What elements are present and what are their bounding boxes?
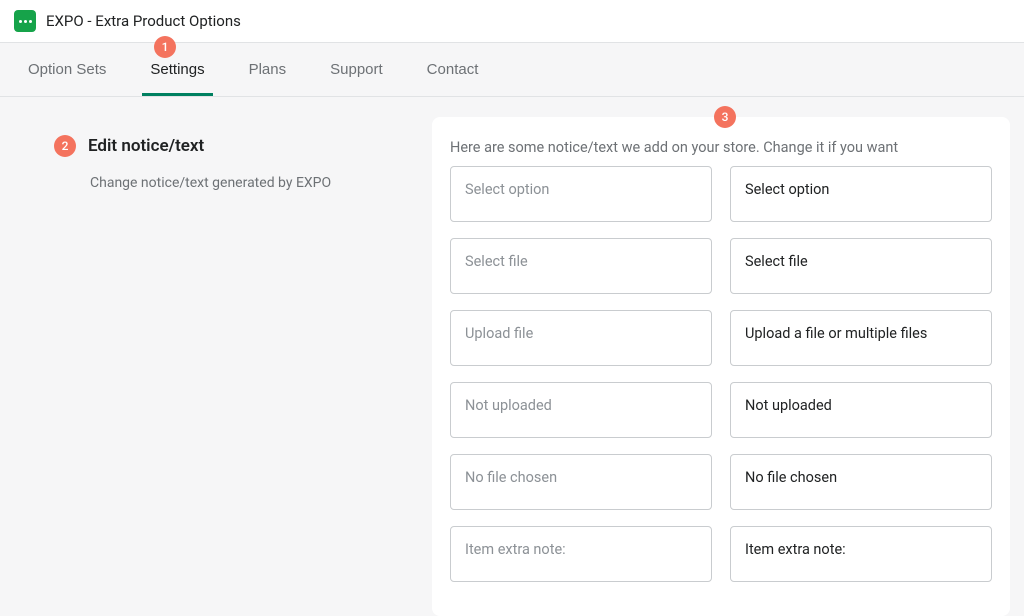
- notice-value-cell[interactable]: Not uploaded: [730, 382, 992, 438]
- annotation-badge-3: 3: [714, 106, 736, 128]
- notice-value-cell[interactable]: Select file: [730, 238, 992, 294]
- notice-row: Item extra note: Item extra note:: [450, 526, 992, 582]
- notice-placeholder-cell[interactable]: No file chosen: [450, 454, 712, 510]
- notice-row: Select file Select file: [450, 238, 992, 294]
- notice-placeholder-cell[interactable]: Upload file: [450, 310, 712, 366]
- section-title: Edit notice/text: [88, 136, 204, 156]
- tab-plans[interactable]: Plans: [241, 43, 295, 96]
- tab-support[interactable]: Support: [322, 43, 391, 96]
- app-logo-icon: [14, 10, 36, 32]
- tab-option-sets[interactable]: Option Sets: [20, 43, 114, 96]
- notice-value-cell[interactable]: Item extra note:: [730, 526, 992, 582]
- right-panel: 3 Here are some notice/text we add on yo…: [432, 117, 1010, 616]
- tabs-nav: Option Sets Settings Plans Support Conta…: [0, 43, 1024, 97]
- content-area: 2 Edit notice/text Change notice/text ge…: [0, 97, 1024, 616]
- tab-settings[interactable]: Settings: [142, 43, 212, 96]
- notice-row: Not uploaded Not uploaded: [450, 382, 992, 438]
- notice-value-cell[interactable]: No file chosen: [730, 454, 992, 510]
- annotation-badge-2: 2: [54, 135, 76, 157]
- notice-row: Select option Select option: [450, 166, 992, 222]
- section-description: Change notice/text generated by EXPO: [90, 175, 414, 191]
- section-title-row: 2 Edit notice/text: [54, 135, 414, 157]
- notice-row: Upload file Upload a file or multiple fi…: [450, 310, 992, 366]
- app-header: EXPO - Extra Product Options: [0, 0, 1024, 43]
- notice-placeholder-cell[interactable]: Not uploaded: [450, 382, 712, 438]
- notice-value-cell[interactable]: Select option: [730, 166, 992, 222]
- tab-contact[interactable]: Contact: [419, 43, 487, 96]
- notice-placeholder-cell[interactable]: Select option: [450, 166, 712, 222]
- annotation-badge-1: 1: [154, 36, 176, 58]
- left-panel: 2 Edit notice/text Change notice/text ge…: [54, 117, 414, 616]
- notice-row: No file chosen No file chosen: [450, 454, 992, 510]
- notice-placeholder-cell[interactable]: Select file: [450, 238, 712, 294]
- app-title: EXPO - Extra Product Options: [46, 12, 241, 30]
- right-panel-intro: Here are some notice/text we add on your…: [450, 139, 992, 156]
- notice-value-cell[interactable]: Upload a file or multiple files: [730, 310, 992, 366]
- notice-placeholder-cell[interactable]: Item extra note:: [450, 526, 712, 582]
